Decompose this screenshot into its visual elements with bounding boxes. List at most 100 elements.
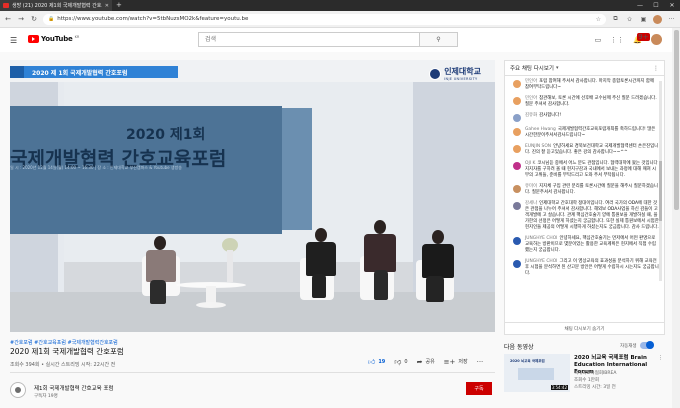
bookmark-star-icon[interactable]: ☆ (596, 16, 601, 23)
forward-arrow-icon[interactable]: → (17, 15, 25, 23)
dislike-button[interactable]: 👎︎ 0 (394, 357, 407, 366)
close-window-button[interactable]: ✕ (664, 0, 680, 11)
tab-close-icon[interactable]: ✕ (105, 3, 109, 9)
browser-profile-avatar[interactable] (653, 14, 662, 24)
search-box: ⚲ (198, 32, 458, 47)
chat-author-name[interactable]: JUNGHYE CHOI (525, 236, 557, 241)
page-scrollbar[interactable] (672, 28, 680, 408)
minimize-button[interactable]: — (632, 0, 648, 11)
collections-icon[interactable]: ▣ (639, 16, 648, 23)
chat-message: Gahee Hwang 국제개발협력간호교육포럼개최를 축하드립니다! 많은시간한… (505, 125, 664, 142)
page-scroll-thumb[interactable] (673, 30, 679, 210)
like-button[interactable]: 👍︎ 19 (368, 357, 385, 366)
chat-messages[interactable]: 민인아 포럼 참여해 주셔서 감사합니다. 마지막 종합토론시간까지 함께 참여부… (505, 77, 664, 321)
browser-tab[interactable]: 생방 (21) 2020 제1회 국제개발협력 간호교육 ✕ (0, 0, 112, 11)
more-dots-icon: ··· (476, 357, 484, 366)
notifications-bell-icon[interactable]: 🔔9+ (633, 32, 650, 44)
university-seal-icon (429, 67, 442, 80)
browser-titlebar: 생방 (21) 2020 제1회 국제개발협력 간호교육 ✕ + — ☐ ✕ (0, 0, 680, 11)
up-next-upload-time: 스트리밍 시간: 3일 전 (574, 385, 616, 390)
chat-author-avatar[interactable] (513, 260, 521, 268)
channel-avatar[interactable] (10, 382, 26, 398)
chat-author-name[interactable]: EUNJIN SON (525, 144, 551, 149)
new-tab-button[interactable]: + (116, 0, 122, 11)
chat-author-avatar[interactable] (513, 97, 521, 105)
chat-author-avatar[interactable] (513, 80, 521, 88)
chat-author-avatar[interactable] (513, 237, 521, 245)
save-label: 저장 (458, 359, 468, 365)
hide-chat-replay-button[interactable]: 채팅 다시보기 숨기기 (505, 322, 664, 335)
subscribe-button[interactable]: 구독 (466, 382, 492, 395)
speaker-body (306, 242, 336, 276)
hamburger-menu-icon[interactable]: ☰ (10, 36, 17, 45)
youtube-logo[interactable]: YouTube KR (28, 35, 79, 43)
chat-author-name[interactable]: JUNGHYE CHOI (525, 259, 557, 264)
search-button[interactable]: ⚲ (419, 33, 457, 46)
chat-author-avatar[interactable] (513, 202, 521, 210)
browser-menu-icon[interactable]: ··· (667, 16, 676, 23)
thumbnail-text: 2020 뇌교육 국제포럼 (510, 359, 545, 363)
favorites-icon[interactable]: ✩ (625, 16, 634, 23)
url-text[interactable]: https://www.youtube.com/watch?v=5tbNuzsM… (57, 16, 592, 22)
speaker-body (422, 244, 454, 278)
chat-author-avatar[interactable] (513, 114, 521, 122)
chat-message: 유미이 지지체 구입 관련 분리를 토론시간에 질문을 해주시 질문하겠습니다. … (505, 182, 664, 199)
share-label: 공유 (425, 359, 435, 365)
search-icon: ⚲ (436, 36, 441, 43)
create-video-icon[interactable]: ▭ (595, 36, 602, 44)
chat-author-avatar[interactable] (513, 162, 521, 170)
speaker-legs (312, 274, 326, 298)
logo-wordmark: YouTube (41, 35, 73, 43)
speaker-head (154, 236, 166, 250)
youtube-header: ☰ YouTube KR ⚲ ▭ ⋮⋮ 🔔9+ (0, 28, 680, 52)
address-bar[interactable]: 🔒 https://www.youtube.com/watch?v=5tbNuz… (43, 13, 606, 25)
chat-message-body: 민인아 포럼 참여해 주셔서 감사합니다. 마지막 종합토론시간까지 함께 참여부… (525, 79, 659, 91)
chat-author-avatar[interactable] (513, 128, 521, 136)
maximize-button[interactable]: ☐ (648, 0, 664, 11)
chat-author-name[interactable]: 민인아 (525, 79, 537, 84)
autoplay-toggle[interactable] (639, 341, 654, 349)
apps-grid-icon[interactable]: ⋮⋮ (610, 36, 624, 44)
chat-author-name[interactable]: 강세나 (525, 201, 537, 206)
back-arrow-icon[interactable]: ← (4, 15, 12, 23)
chat-header: 주요 채팅 다시보기 ▾ ⋮ (505, 61, 664, 76)
speaker-head (374, 220, 386, 234)
chat-author-name[interactable]: OJI K (525, 161, 535, 166)
chat-author-name[interactable]: 유미이 (525, 184, 537, 189)
chat-more-icon[interactable]: ⋮ (653, 65, 659, 72)
more-actions-button[interactable]: ··· (477, 358, 484, 366)
chat-author-name[interactable]: 김유화 (525, 113, 537, 118)
chat-author-name[interactable]: Gahee Hwang (525, 127, 556, 132)
video-player[interactable]: 2020 제1회 국제개발협력 간호교육포럼 일 시 : 2020년 12월 1… (10, 60, 495, 332)
speaker-head (315, 228, 327, 242)
speaker-body (364, 234, 396, 272)
up-next-thumbnail[interactable]: 2020 뇌교육 국제포럼 3:54:42 (504, 354, 570, 392)
up-next-channel[interactable]: 국제뇌교육협회IBREA (574, 370, 616, 376)
youtube-play-icon (28, 35, 39, 43)
share-button[interactable]: ➦ 공유 (417, 358, 435, 366)
chat-message-text: 포럼 참여해 주셔서 감사합니다. 마지막 종합토론시간까지 함께 참여부탁드립… (525, 79, 654, 90)
extension-icon[interactable]: ⧉ (611, 15, 620, 23)
chat-message: 민인아 포럼 참여해 주셔서 감사합니다. 마지막 종합토론시간까지 함께 참여부… (505, 77, 664, 94)
chat-author-avatar[interactable] (513, 185, 521, 193)
up-next-more-icon[interactable]: ⋮ (658, 355, 663, 361)
screen-subtitle: 일 시 : 2020년 12월 14일(월) 14:00 ~ 16:30 | 장… (10, 165, 182, 170)
channel-name[interactable]: 제1회 국제개발협력 간호교육 포럼 (34, 384, 114, 392)
save-button[interactable]: ≡+ 저장 (444, 358, 468, 366)
logo-region: KR (74, 34, 80, 39)
chat-scroll-thumb[interactable] (659, 161, 662, 221)
chat-author-avatar[interactable] (513, 145, 521, 153)
video-hashtags[interactable]: #간호포럼 #간호교육포럼 #국제개발협력간호포럼 (10, 339, 118, 346)
up-next-label: 다음 동영상 (504, 344, 534, 351)
chat-scrollbar[interactable] (659, 81, 662, 281)
chat-mode-selector[interactable]: 주요 채팅 다시보기 (510, 64, 554, 72)
video-actions: 👍︎ 19 👎︎ 0 ➦ 공유 ≡+ 저장 ··· (368, 357, 484, 367)
chevron-down-icon[interactable]: ▾ (556, 65, 559, 71)
tab-title: 생방 (21) 2020 제1회 국제개발협력 간호교육 (12, 3, 102, 9)
chat-author-name[interactable]: 민인아 (525, 96, 537, 101)
user-avatar[interactable] (651, 34, 662, 45)
chat-replay-panel: 주요 채팅 다시보기 ▾ ⋮ 민인아 포럼 참여해 주셔서 감사합니다. 마지막 … (504, 60, 665, 335)
thumbs-up-icon: 👍︎ (368, 358, 376, 366)
reload-icon[interactable]: ↻ (30, 15, 38, 23)
search-input[interactable] (199, 33, 419, 46)
